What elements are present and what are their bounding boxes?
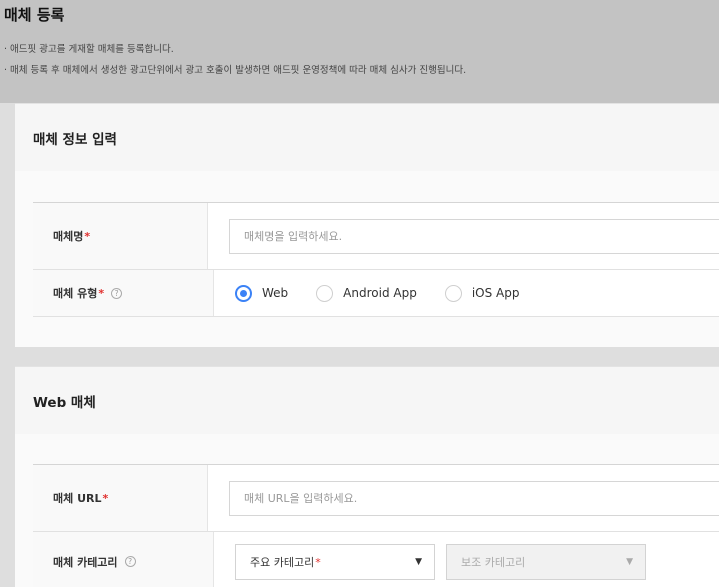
section-title: 매체 정보 입력 (15, 104, 719, 171)
radio-unchecked-icon[interactable] (444, 284, 462, 302)
field-label: 매체명 * (33, 203, 208, 269)
form-row-category: 매체 카테고리 ? 주요 카테고리* ▼ 보조 카테고리 ▼ (33, 532, 719, 587)
chevron-down-icon: ▼ (415, 556, 422, 567)
label-text: 매체 URL (53, 492, 102, 505)
primary-category-select[interactable]: 주요 카테고리* ▼ (235, 543, 435, 580)
radio-option-web[interactable]: Web (235, 284, 289, 302)
radio-option-ios[interactable]: iOS App (444, 284, 520, 302)
notice-line: · 매체 등록 후 매체에서 생성한 광고단위에서 광고 호출이 발생하면 애드… (4, 65, 467, 76)
field-label: 매체 URL * (33, 465, 208, 531)
media-url-input[interactable]: 매체 URL을 입력하세요. (229, 480, 719, 516)
required-mark: * (315, 555, 321, 569)
media-name-input[interactable]: 매체명을 입력하세요. (229, 218, 719, 254)
web-media-form: 매체 URL * 매체 URL을 입력하세요. 매체 카테고리 ? 주요 카테고리… (33, 464, 719, 587)
radio-label: Web (262, 286, 289, 300)
page-title: 매체 등록 (4, 6, 65, 24)
radio-label: iOS App (471, 286, 520, 300)
section-title: Web 매체 (15, 367, 719, 434)
help-icon[interactable]: ? (111, 287, 123, 299)
web-media-section: Web 매체 매체 URL * 매체 URL을 입력하세요. 매체 카테고리 ? … (15, 366, 719, 587)
notice-line: · 애드핏 광고를 게재할 매체를 등록합니다. (4, 44, 174, 55)
chevron-down-icon: ▼ (626, 556, 633, 567)
media-info-section: 매체 정보 입력 매체명 * 매체명을 입력하세요. 매체 유형 * ? Web… (15, 103, 719, 347)
form-row-type: 매체 유형 * ? Web Android App iOS App (33, 270, 719, 317)
label-text: 매체 유형 (53, 287, 98, 300)
field-cell: Web Android App iOS App (214, 270, 719, 316)
field-cell: 매체 URL을 입력하세요. (208, 465, 719, 531)
label-text: 매체 카테고리 (53, 555, 118, 569)
select-text: 보조 카테고리 (461, 555, 526, 569)
help-icon[interactable]: ? (124, 556, 136, 567)
field-cell: 매체명을 입력하세요. (208, 203, 719, 269)
radio-checked-icon[interactable] (235, 284, 252, 302)
radio-option-android[interactable]: Android App (316, 284, 417, 302)
section-body: 매체 URL * 매체 URL을 입력하세요. 매체 카테고리 ? 주요 카테고리… (15, 434, 719, 587)
media-info-form: 매체명 * 매체명을 입력하세요. 매체 유형 * ? Web Android … (33, 202, 719, 317)
radio-label: Android App (343, 286, 417, 300)
field-label: 매체 카테고리 ? (33, 532, 214, 587)
select-value: 주요 카테고리* (250, 554, 321, 570)
section-body: 매체명 * 매체명을 입력하세요. 매체 유형 * ? Web Android … (15, 171, 719, 347)
field-label: 매체 유형 * ? (33, 270, 214, 316)
field-cell: 주요 카테고리* ▼ 보조 카테고리 ▼ (214, 532, 719, 587)
select-text: 주요 카테고리 (250, 555, 315, 569)
form-row-url: 매체 URL * 매체 URL을 입력하세요. (33, 465, 719, 532)
form-row-name: 매체명 * 매체명을 입력하세요. (33, 203, 719, 270)
required-mark: * (102, 491, 109, 505)
required-mark: * (98, 286, 105, 300)
required-mark: * (84, 229, 91, 243)
secondary-category-select[interactable]: 보조 카테고리 ▼ (446, 543, 646, 580)
radio-unchecked-icon[interactable] (316, 284, 334, 302)
label-text: 매체명 (53, 230, 84, 243)
